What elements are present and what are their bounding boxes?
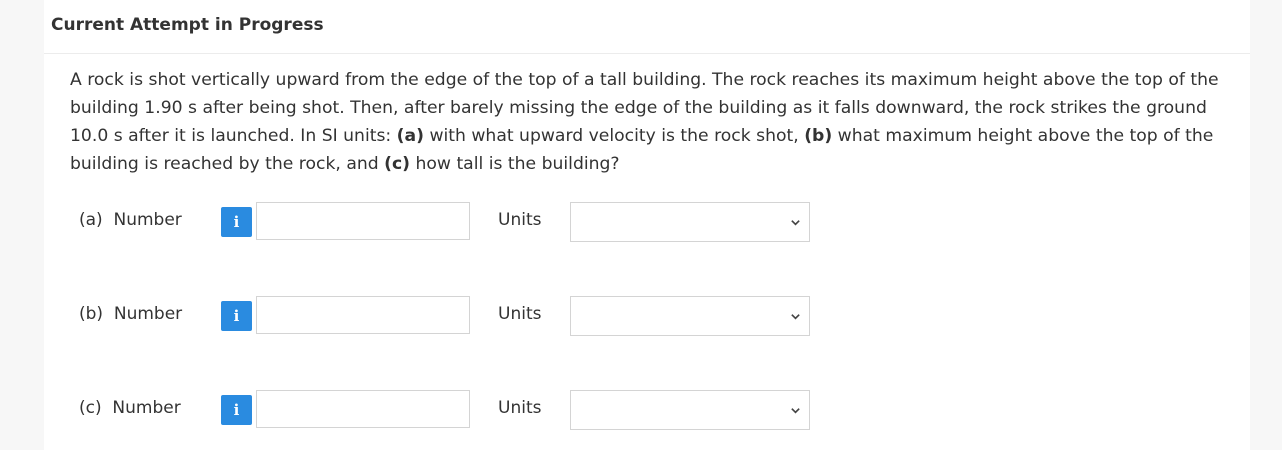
answer-row-b: (b) Number i Units xyxy=(44,294,1250,338)
attempt-status-title: Current Attempt in Progress xyxy=(51,15,324,35)
question-card: Current Attempt in Progress A rock is sh… xyxy=(44,0,1250,450)
part-a-marker: (a) xyxy=(396,126,424,146)
part-a-number-input[interactable] xyxy=(256,202,470,240)
part-a-units-select[interactable] xyxy=(570,202,810,242)
part-c-marker: (c) xyxy=(384,154,411,174)
question-text-part: with what upward velocity is the rock sh… xyxy=(423,126,805,146)
part-a-label: (a) Number xyxy=(79,210,182,230)
part-b-units-label: Units xyxy=(498,304,542,324)
part-c-label: (c) Number xyxy=(79,398,181,418)
part-b-marker: (b) xyxy=(804,126,833,146)
chevron-down-icon xyxy=(791,220,800,226)
part-b-number-input[interactable] xyxy=(256,296,470,334)
part-c-units-label: Units xyxy=(498,398,542,418)
part-b-units-select[interactable] xyxy=(570,296,810,336)
info-icon[interactable]: i xyxy=(221,207,252,237)
info-icon[interactable]: i xyxy=(221,395,252,425)
question-text: A rock is shot vertically upward from th… xyxy=(70,66,1235,178)
question-text-part: how tall is the building? xyxy=(410,154,620,174)
header: Current Attempt in Progress xyxy=(44,0,1250,54)
answer-row-c: (c) Number i Units xyxy=(44,388,1250,432)
answer-row-a: (a) Number i Units xyxy=(44,200,1250,244)
chevron-down-icon xyxy=(791,408,800,414)
part-c-number-input[interactable] xyxy=(256,390,470,428)
chevron-down-icon xyxy=(791,314,800,320)
part-a-units-label: Units xyxy=(498,210,542,230)
part-b-label: (b) Number xyxy=(79,304,183,324)
info-icon[interactable]: i xyxy=(221,301,252,331)
part-c-units-select[interactable] xyxy=(570,390,810,430)
